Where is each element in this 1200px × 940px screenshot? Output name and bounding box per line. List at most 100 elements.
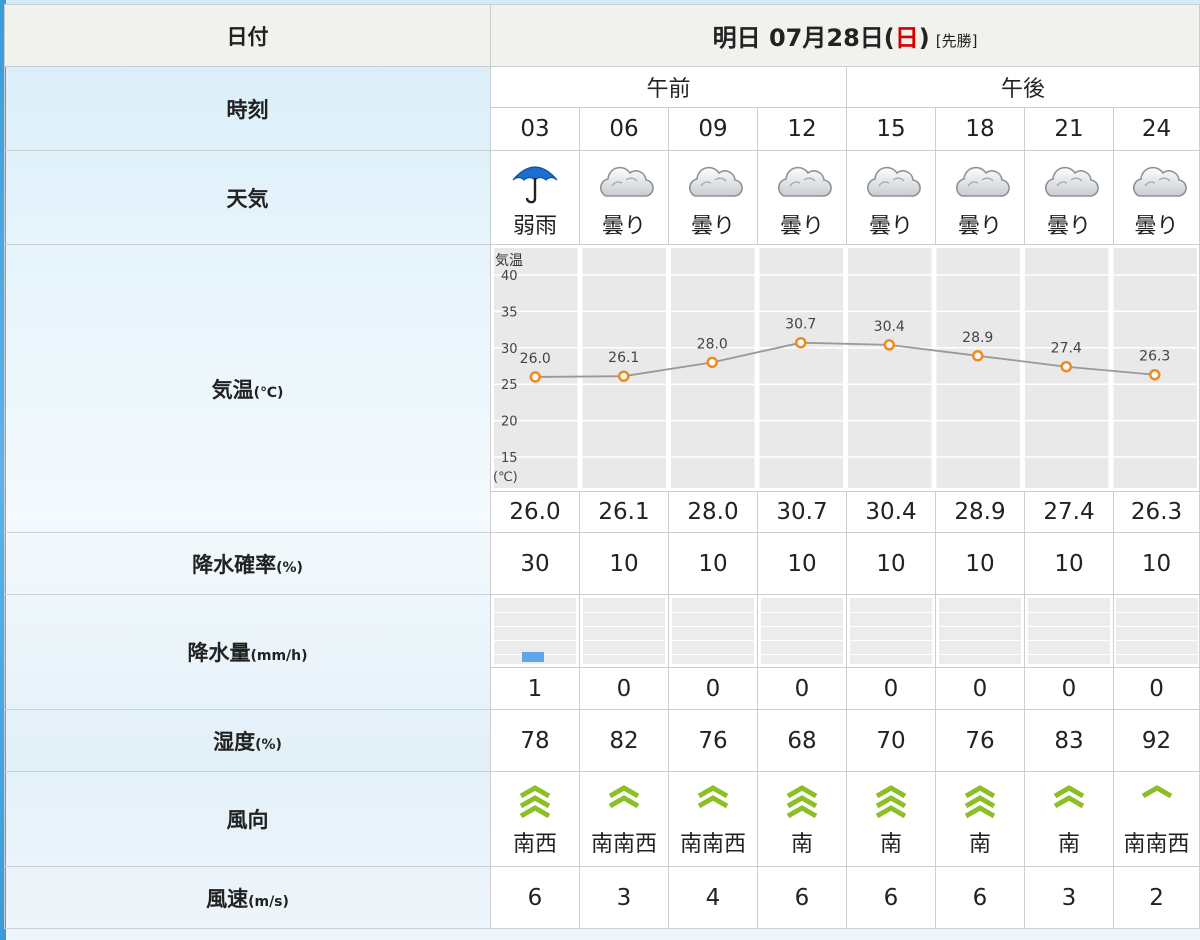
cloud-icon xyxy=(867,166,921,197)
humidity-24: 92 xyxy=(1112,709,1200,772)
rain-gridline xyxy=(1028,612,1110,613)
weather-text: 曇り xyxy=(1046,213,1091,239)
precip-prob-label-text: 降水確率 xyxy=(192,552,277,577)
rain-bar-cell-18 xyxy=(935,594,1025,668)
temp-chart: 40 35 30 25 20 15 気温 (℃) 26.0 26.1 28.0 30.7 30.4 28.… xyxy=(491,248,1199,488)
wind-speed-06: 3 xyxy=(579,866,669,929)
chart-ytick-label: 20 xyxy=(501,415,518,430)
weather-cell-03: 弱雨 xyxy=(490,150,580,245)
date-close: ) xyxy=(918,24,930,52)
wind-arrow-icon xyxy=(697,785,729,809)
rain-bar-box xyxy=(583,598,665,664)
rokuyo-tag: [先勝] xyxy=(935,32,978,50)
hour-15: 15 xyxy=(846,107,936,151)
chart-point xyxy=(1149,368,1161,381)
wind-cell-24: 南南西 xyxy=(1112,771,1200,867)
rain-gridline xyxy=(850,626,932,627)
rain-gridline xyxy=(494,626,576,627)
rain-gridline xyxy=(1028,640,1110,641)
wind-arrow-icon xyxy=(608,785,640,809)
temp-chart-cell: 40 35 30 25 20 15 気温 (℃) 26.0 26.1 28.0 30.7 30.4 28.… xyxy=(489,244,1200,492)
precip-amt-18: 0 xyxy=(935,667,1025,710)
rain-gridline xyxy=(850,612,932,613)
precip-amt-06: 0 xyxy=(579,667,669,710)
rain-gridline xyxy=(1115,640,1198,641)
cloud-icon xyxy=(1045,166,1099,197)
chart-column-bg xyxy=(936,248,1020,488)
time-label: 時刻 xyxy=(4,66,491,151)
wind-arrow-icon xyxy=(1141,785,1172,799)
rain-bar-box xyxy=(761,598,843,664)
wind-cell-12: 南 xyxy=(757,771,847,867)
rain-gridline xyxy=(583,654,665,655)
weather-text: 曇り xyxy=(690,213,735,239)
wind-speed-label-text: 風速 xyxy=(206,886,249,911)
cloud-icon xyxy=(1132,166,1187,197)
rain-gridline xyxy=(672,654,754,655)
weather-text: 曇り xyxy=(779,213,824,239)
chart-column-bg xyxy=(1113,248,1197,488)
wind-dir-text: 南南西 xyxy=(679,832,746,857)
weekday-sunday: 日 xyxy=(894,24,919,52)
weather-cell-12: 曇り xyxy=(757,150,847,245)
wind-cell-15: 南 xyxy=(846,771,936,867)
wind-arrow-icon xyxy=(1053,785,1085,809)
chart-point xyxy=(972,350,984,362)
weather-cell-24: 曇り xyxy=(1112,150,1200,245)
date-text: 明日 07月28日( xyxy=(712,24,895,52)
wind-cell-18: 南 xyxy=(935,771,1025,867)
rain-bar-box xyxy=(672,598,754,664)
rain-gridline xyxy=(850,654,932,655)
forecast-table: 日付 明日 07月28日(日) [先勝] 時刻 午前 午後 03 06 09 12 15 1… xyxy=(4,4,1200,929)
chart-data-label: 26.0 xyxy=(520,351,551,367)
rain-bar-box xyxy=(939,598,1021,664)
weather-cell-06: 曇り xyxy=(579,150,669,245)
umbrella-icon xyxy=(512,165,558,203)
rain-bar-box xyxy=(850,598,932,664)
wind-arrow-icon xyxy=(519,785,551,819)
wind-dir-text: 南 xyxy=(968,832,991,857)
precip-prob-24: 10 xyxy=(1112,532,1200,595)
weather-label: 天気 xyxy=(4,150,491,245)
rain-gridline xyxy=(672,640,754,641)
temp-label-text: 気温 xyxy=(211,377,254,402)
weather-cell-18: 曇り xyxy=(935,150,1025,245)
humidity-label-text: 湿度 xyxy=(213,729,256,754)
rain-gridline xyxy=(939,626,1021,627)
precip-prob-09: 10 xyxy=(668,532,758,595)
rain-bar-box xyxy=(1028,598,1110,664)
temp-value-18: 28.9 xyxy=(935,491,1025,533)
temp-value-15: 30.4 xyxy=(846,491,936,533)
humidity-06: 82 xyxy=(579,709,669,772)
rain-bar-cell-09 xyxy=(668,594,758,668)
wind-speed-12: 6 xyxy=(757,866,847,929)
chart-data-label: 26.3 xyxy=(1139,349,1170,365)
rain-gridline xyxy=(761,640,843,641)
precip-amt-03: 1 xyxy=(490,667,580,710)
rain-bar-box xyxy=(494,598,576,664)
rain-bar-cell-06 xyxy=(579,594,669,668)
precip-amt-24: 0 xyxy=(1112,667,1200,710)
rain-gridline xyxy=(583,626,665,627)
date-heading: 明日 07月28日(日) [先勝] xyxy=(489,4,1200,67)
chart-column-bg xyxy=(582,248,666,488)
wind-speed-09: 4 xyxy=(668,866,758,929)
humidity-21: 83 xyxy=(1024,709,1114,772)
chart-ytick-label: 15 xyxy=(501,451,518,466)
wind-dir-text: 南南西 xyxy=(590,832,657,857)
chart-column-bg xyxy=(848,248,932,488)
rain-gridline xyxy=(583,612,665,613)
humidity-03: 78 xyxy=(490,709,580,772)
hour-21: 21 xyxy=(1024,107,1114,151)
precip-amt-09: 0 xyxy=(668,667,758,710)
chart-data-label: 30.4 xyxy=(874,319,905,335)
half-am: 午前 xyxy=(490,66,847,108)
precip-prob-unit: (%) xyxy=(276,559,303,576)
hour-09: 09 xyxy=(668,107,758,151)
rain-gridline xyxy=(672,626,754,627)
rain-gridline xyxy=(1115,654,1198,655)
wind-dir-label: 風向 xyxy=(4,771,491,867)
rain-gridline xyxy=(494,612,576,613)
precip-amt-21: 0 xyxy=(1024,667,1114,710)
weather-text: 曇り xyxy=(957,213,1002,239)
